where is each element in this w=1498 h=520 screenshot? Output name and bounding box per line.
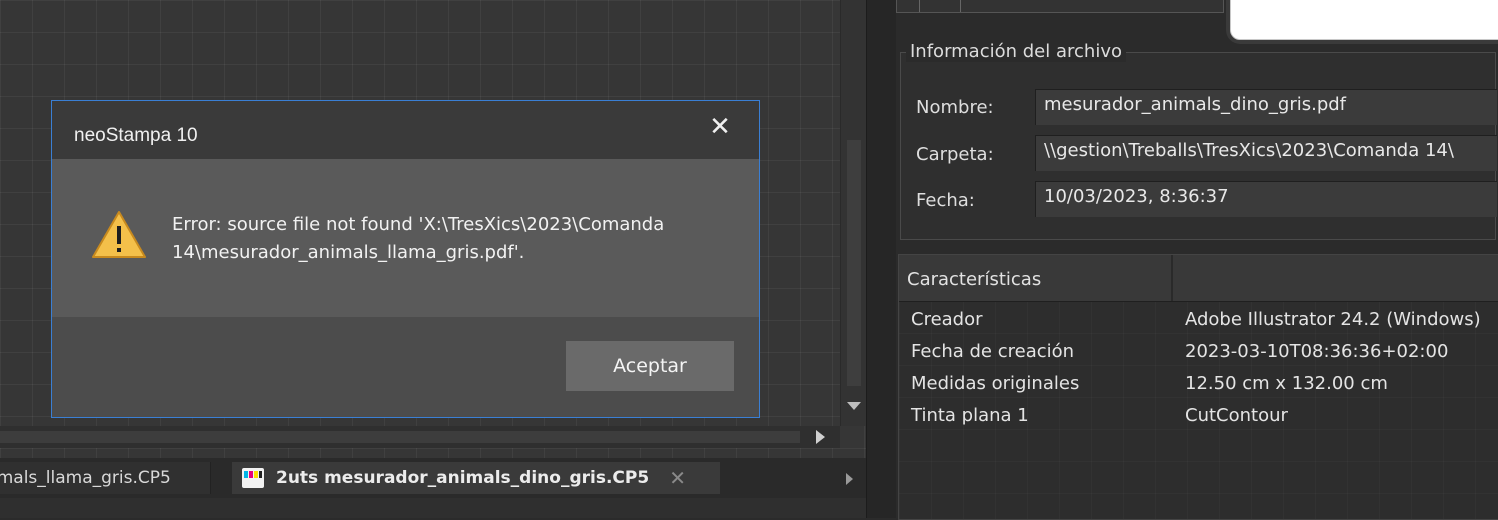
property-key: Creador bbox=[911, 309, 983, 330]
date-label: Fecha: bbox=[916, 190, 975, 211]
name-value: mesurador_animals_dino_gris.pdf bbox=[1035, 89, 1497, 125]
property-value: 2023-03-10T08:36:36+02:00 bbox=[1185, 341, 1449, 362]
tooltip-popup bbox=[1230, 0, 1498, 40]
table-row[interactable]: Tinta plana 1 CutContour bbox=[899, 401, 1498, 433]
file-info-title: Información del archivo bbox=[906, 41, 1126, 62]
column-header-characteristics[interactable]: Características bbox=[899, 255, 1173, 301]
dialog-titlebar[interactable]: neoStampa 10 ✕ bbox=[52, 101, 759, 159]
dialog-title: neoStampa 10 bbox=[74, 125, 198, 146]
horizontal-scrollbar[interactable] bbox=[0, 426, 840, 448]
ruler-ticks bbox=[919, 0, 961, 12]
table-row[interactable]: Creador Adobe Illustrator 24.2 (Windows) bbox=[899, 305, 1498, 337]
table-row[interactable]: Fecha de creación 2023-03-10T08:36:36+02… bbox=[899, 337, 1498, 369]
tab-scroll-right-icon[interactable] bbox=[846, 473, 853, 485]
preview-frame bbox=[896, 0, 1224, 13]
vertical-scrollbar[interactable] bbox=[840, 0, 867, 426]
tab-label: 2uts mesurador_animals_dino_gris.CP5 bbox=[276, 468, 650, 488]
tab-close-icon[interactable]: ✕ bbox=[669, 466, 686, 490]
error-message: Error: source file not found 'X:\TresXic… bbox=[172, 214, 665, 263]
horizontal-scrollbar-thumb[interactable] bbox=[0, 431, 800, 443]
dialog-body: Error: source file not found 'X:\TresXic… bbox=[52, 159, 759, 317]
table-row[interactable]: Medidas originales 12.50 cm x 132.00 cm bbox=[899, 369, 1498, 401]
scroll-down-icon[interactable] bbox=[847, 402, 861, 410]
vertical-scrollbar-thumb[interactable] bbox=[847, 140, 861, 386]
scroll-right-icon[interactable] bbox=[816, 430, 825, 444]
status-strip bbox=[0, 498, 866, 518]
dialog-footer: Aceptar bbox=[52, 317, 759, 417]
accept-button[interactable]: Aceptar bbox=[566, 341, 734, 391]
folder-label: Carpeta: bbox=[916, 144, 994, 165]
property-value: CutContour bbox=[1185, 405, 1288, 426]
cmyk-document-icon bbox=[242, 468, 264, 488]
document-tab[interactable]: imals_llama_gris.CP5 bbox=[0, 462, 211, 494]
property-key: Fecha de creación bbox=[911, 341, 1075, 362]
properties-panel: Nombre: mesurador_animals_dino_gris.pdf … bbox=[896, 0, 1498, 520]
name-label: Nombre: bbox=[916, 97, 994, 118]
property-key: Tinta plana 1 bbox=[911, 405, 1029, 426]
property-value: 12.50 cm x 132.00 cm bbox=[1185, 373, 1388, 394]
property-value: Adobe Illustrator 24.2 (Windows) bbox=[1185, 309, 1481, 330]
close-icon[interactable]: ✕ bbox=[700, 107, 740, 147]
warning-icon bbox=[92, 211, 146, 258]
date-value: 10/03/2023, 8:36:37 bbox=[1035, 181, 1497, 217]
table-header: Características bbox=[899, 255, 1498, 302]
file-info-group: Nombre: mesurador_animals_dino_gris.pdf … bbox=[900, 52, 1497, 240]
property-key: Medidas originales bbox=[911, 373, 1080, 394]
tab-label: imals_llama_gris.CP5 bbox=[0, 468, 171, 488]
document-tab-active[interactable]: 2uts mesurador_animals_dino_gris.CP5 ✕ bbox=[232, 462, 720, 494]
error-dialog: neoStampa 10 ✕ Error: source file not fo… bbox=[51, 100, 760, 418]
document-tab-bar: imals_llama_gris.CP5 2uts mesurador_anim… bbox=[0, 458, 866, 498]
properties-table: Características Creador Adobe Illustrato… bbox=[898, 254, 1498, 520]
panel-splitter[interactable] bbox=[866, 0, 898, 518]
folder-value: \\gestion\Treballs\TresXics\2023\Comanda… bbox=[1035, 135, 1497, 171]
